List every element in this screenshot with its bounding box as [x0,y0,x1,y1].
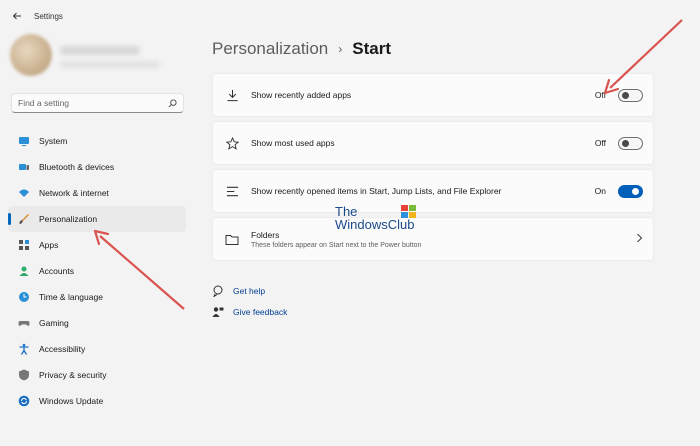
setting-label: Show most used apps [251,138,335,148]
sidebar-item-label: Time & language [39,292,103,302]
watermark: The WindowsClub [335,205,416,232]
setting-recently-opened-items: Show recently opened items in Start, Jum… [212,169,654,213]
avatar [10,34,52,76]
folders-row[interactable]: Folders These folders appear on Start ne… [212,217,654,261]
setting-label: Show recently opened items in Start, Jum… [251,186,502,196]
help-links: Get help Give feedback [212,280,287,322]
toggle-state-text: On [594,186,606,196]
breadcrumb-parent[interactable]: Personalization [212,39,328,59]
list-icon [225,184,239,198]
breadcrumb: Personalization › Start [212,32,662,66]
toggle-state-text: Off [594,90,606,100]
windows-logo-icon [401,205,416,218]
sidebar-item-accounts[interactable]: Accounts [8,258,186,284]
toggle-control: Off [594,136,643,150]
most-used-apps-toggle[interactable] [618,136,643,150]
folders-title: Folders [251,229,280,240]
recently-opened-items-toggle[interactable] [618,184,643,198]
feedback-icon [212,306,224,318]
wifi-icon [18,187,30,199]
recently-added-apps-toggle[interactable] [618,88,643,102]
globe-clock-icon [18,291,30,303]
give-feedback-text[interactable]: Give feedback [233,307,287,317]
main-content: Personalization › Start Show recently ad… [212,32,662,317]
sidebar: System Bluetooth & devices Network & int… [0,32,195,446]
folders-text: Folders These folders appear on Start ne… [251,230,636,249]
sidebar-item-label: Apps [39,240,59,250]
sidebar-item-system[interactable]: System [8,128,186,154]
user-name-redacted [60,46,140,55]
chevron-right-icon [636,232,643,246]
breadcrumb-separator: › [338,42,343,56]
sidebar-item-label: System [39,136,68,146]
user-email-redacted [60,61,160,68]
watermark-line2: WindowsClub [335,217,415,232]
back-arrow-icon [12,12,21,20]
help-icon [212,285,224,297]
sidebar-item-label: Personalization [39,214,98,224]
sidebar-item-accessibility[interactable]: Accessibility [8,336,186,362]
monitor-icon [18,135,30,147]
search-input[interactable] [18,98,167,108]
toggle-state-text: Off [594,138,606,148]
apps-icon [18,239,30,251]
shield-icon [18,369,30,381]
accessibility-icon [18,343,30,355]
sidebar-item-gaming[interactable]: Gaming [8,310,186,336]
get-help-text[interactable]: Get help [233,286,265,296]
give-feedback-link[interactable]: Give feedback [212,301,287,322]
sidebar-item-label: Network & internet [39,188,109,198]
folders-subtitle: These folders appear on Start next to th… [251,241,422,249]
paintbrush-icon [18,213,30,225]
sidebar-item-time-language[interactable]: Time & language [8,284,186,310]
setting-recently-added-apps: Show recently added apps Off [212,73,654,117]
toggle-control: Off [594,88,643,102]
sidebar-item-label: Privacy & security [39,370,107,380]
setting-most-used-apps: Show most used apps Off [212,121,654,165]
sync-icon [18,395,30,407]
setting-label: Show recently added apps [251,90,352,100]
back-button[interactable] [2,0,32,32]
star-icon [225,136,239,150]
sidebar-item-windows-update[interactable]: Windows Update [8,388,186,414]
search-box[interactable] [11,93,184,113]
sidebar-item-network[interactable]: Network & internet [8,180,186,206]
bluetooth-devices-icon [18,161,30,173]
folder-icon [225,232,239,246]
person-icon [18,265,30,277]
page-title: Start [352,39,391,58]
title-bar: Settings [0,0,700,32]
sidebar-item-bluetooth-devices[interactable]: Bluetooth & devices [8,154,186,180]
sidebar-item-label: Accounts [39,266,74,276]
sidebar-item-label: Gaming [39,318,69,328]
sidebar-item-privacy-security[interactable]: Privacy & security [8,362,186,388]
toggle-control: On [594,184,643,198]
sidebar-item-label: Accessibility [39,344,86,354]
sidebar-nav: System Bluetooth & devices Network & int… [8,128,186,414]
sidebar-item-apps[interactable]: Apps [8,232,186,258]
sidebar-item-label: Windows Update [39,396,104,406]
gamepad-icon [18,317,30,329]
user-profile[interactable] [10,34,170,76]
sidebar-item-personalization[interactable]: Personalization [8,206,186,232]
search-icon[interactable] [167,98,177,108]
get-help-link[interactable]: Get help [212,280,287,301]
app-title: Settings [34,11,63,21]
sidebar-item-label: Bluetooth & devices [39,162,115,172]
download-icon [225,88,239,102]
